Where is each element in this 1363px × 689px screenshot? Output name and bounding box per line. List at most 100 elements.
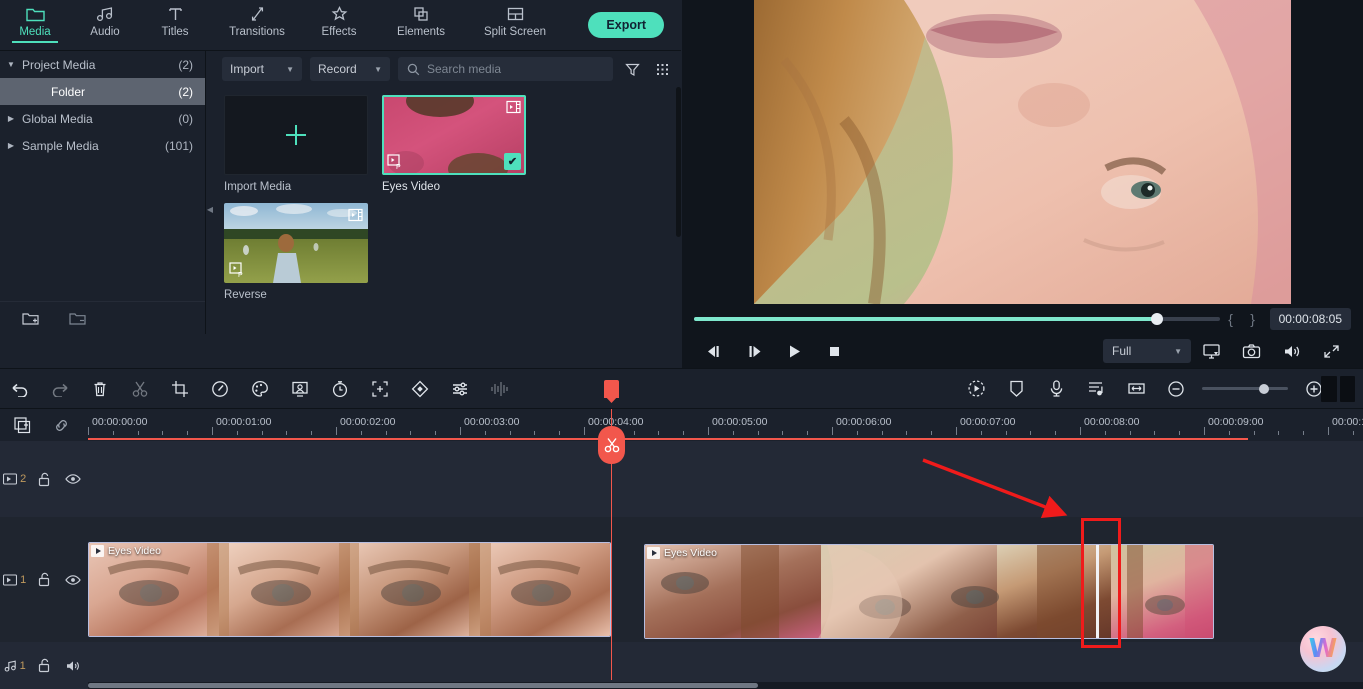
stop-icon[interactable]	[814, 344, 854, 359]
unlock-icon[interactable]	[29, 572, 58, 587]
panel-resize-grip[interactable]	[1321, 375, 1355, 402]
nav-item-audio[interactable]: Audio	[70, 0, 140, 38]
eye-visible-icon[interactable]	[59, 574, 88, 586]
add-track-icon[interactable]	[14, 416, 31, 434]
audio-mixer-icon[interactable]	[440, 380, 480, 398]
media-item-eyes-video[interactable]: P ✔ Eyes Video	[382, 95, 526, 193]
link-chain-icon[interactable]	[53, 417, 70, 434]
ruler-minor-tick	[1303, 431, 1305, 435]
nav-item-elements[interactable]: Elements	[374, 0, 468, 38]
ruler-minor-tick	[509, 431, 511, 435]
video-preview-stage[interactable]	[754, 0, 1291, 304]
sidebar-item-sample-media[interactable]: ▶ Sample Media (101)	[0, 132, 205, 159]
delete-trash-icon[interactable]	[80, 380, 120, 398]
play-icon[interactable]	[774, 344, 814, 359]
scrollbar-thumb[interactable]	[88, 683, 758, 688]
track-header: 1	[0, 517, 88, 642]
playhead-flag[interactable]	[604, 380, 619, 398]
fit-timeline-icon[interactable]	[1116, 380, 1156, 397]
ruler-major-tick	[956, 427, 957, 435]
track-body[interactable]	[88, 441, 1363, 517]
timeline-clip-eyes-video-1[interactable]: Eyes Video	[88, 542, 611, 637]
sidebar-item-global-media[interactable]: ▶ Global Media (0)	[0, 105, 205, 132]
stopwatch-icon[interactable]	[320, 380, 360, 398]
svg-text:P: P	[396, 164, 401, 170]
quality-dropdown[interactable]: Full ▼	[1103, 339, 1191, 363]
folder-icon	[25, 4, 45, 24]
motion-tracking-icon[interactable]	[360, 380, 400, 398]
timeline-clip-eyes-video-2[interactable]: Eyes Video	[644, 544, 1214, 639]
nav-item-split-screen[interactable]: Split Screen	[468, 0, 562, 38]
media-item-import[interactable]: Import Media	[224, 95, 368, 193]
color-palette-icon[interactable]	[240, 380, 280, 398]
audio-detach-icon[interactable]	[1076, 379, 1116, 398]
new-folder-icon[interactable]	[22, 311, 39, 326]
render-preview-icon[interactable]	[956, 379, 996, 398]
import-dropdown[interactable]: Import ▼	[222, 57, 302, 81]
nav-item-media[interactable]: Media	[0, 0, 70, 43]
media-item-reverse[interactable]: P Reverse	[224, 203, 368, 301]
filter-funnel-icon[interactable]	[621, 62, 643, 77]
plus-icon	[282, 121, 310, 149]
ruler-time-label: 00:00:1	[1332, 416, 1363, 428]
preview-timecode[interactable]: 00:00:08:05	[1269, 308, 1351, 330]
step-forward-icon[interactable]	[734, 344, 774, 359]
clip-thumbnail-overlay	[107, 543, 581, 636]
ruler-minor-tick	[1278, 431, 1280, 435]
audio-waveform-icon[interactable]	[480, 380, 520, 398]
zoom-out-icon[interactable]	[1156, 380, 1196, 398]
mark-in-button[interactable]: {	[1220, 311, 1242, 327]
marker-icon[interactable]	[996, 379, 1036, 398]
sidebar-item-folder[interactable]: Folder (2)	[0, 78, 205, 105]
import-media-thumbnail[interactable]	[224, 95, 368, 175]
selected-check-icon[interactable]: ✔	[504, 153, 521, 170]
fullscreen-icon[interactable]	[1311, 343, 1351, 360]
speaker-icon[interactable]	[59, 659, 88, 673]
playhead-split-button[interactable]	[598, 426, 625, 464]
seek-slider[interactable]	[694, 313, 1220, 325]
keyframe-diamond-icon[interactable]	[400, 380, 440, 398]
track-body[interactable]: Eyes Video Eyes Video	[88, 517, 1363, 642]
timeline-zoom-handle[interactable]	[1258, 383, 1269, 394]
undo-icon[interactable]	[0, 381, 40, 397]
record-label: Record	[318, 62, 357, 76]
ruler-minor-tick	[435, 431, 437, 435]
sidebar-item-project-media[interactable]: ▼ Project Media (2)	[0, 51, 205, 78]
speed-gauge-icon[interactable]	[200, 380, 240, 398]
mark-out-button[interactable]: }	[1242, 311, 1264, 327]
timeline-horizontal-scrollbar[interactable]	[88, 682, 1363, 689]
media-thumbnail[interactable]: P ✔	[382, 95, 526, 175]
ruler-minor-tick	[311, 431, 313, 435]
timeline-ruler[interactable]: 00:00:00:00 00:00:01:00 00:00:02:00 00:00:0…	[88, 409, 1363, 441]
timeline-playhead[interactable]	[598, 380, 625, 680]
nav-item-titles[interactable]: Titles	[140, 0, 210, 38]
voiceover-mic-icon[interactable]	[1036, 379, 1076, 398]
sidebar-collapse-handle[interactable]: ◀	[206, 200, 214, 218]
remove-folder-icon[interactable]	[69, 311, 86, 326]
search-input[interactable]: Search media	[398, 57, 613, 81]
snapshot-camera-icon[interactable]	[1231, 343, 1271, 360]
green-screen-icon[interactable]	[280, 380, 320, 398]
export-button[interactable]: Export	[588, 12, 664, 38]
ruler-major-tick	[832, 427, 833, 435]
redo-icon[interactable]	[40, 381, 80, 397]
step-back-icon[interactable]	[694, 344, 734, 359]
media-panel-scrollbar[interactable]	[676, 87, 681, 237]
unlock-icon[interactable]	[29, 472, 58, 487]
eye-visible-icon[interactable]	[59, 473, 88, 485]
seek-handle[interactable]	[1150, 313, 1163, 325]
nav-item-transitions[interactable]: Transitions	[210, 0, 304, 38]
timeline-zoom-slider[interactable]	[1202, 383, 1288, 394]
split-scissors-icon[interactable]	[120, 380, 160, 398]
media-thumbnail[interactable]: P	[224, 203, 368, 283]
ruler-minor-tick	[683, 431, 685, 435]
video-type-icon	[506, 100, 521, 114]
unlock-icon[interactable]	[29, 658, 58, 673]
grid-view-icon[interactable]	[651, 62, 673, 77]
record-dropdown[interactable]: Record ▼	[310, 57, 390, 81]
ruler-minor-tick	[137, 431, 139, 435]
display-settings-icon[interactable]	[1191, 343, 1231, 360]
crop-icon[interactable]	[160, 380, 200, 398]
nav-item-effects[interactable]: Effects	[304, 0, 374, 38]
volume-icon[interactable]	[1271, 343, 1311, 360]
